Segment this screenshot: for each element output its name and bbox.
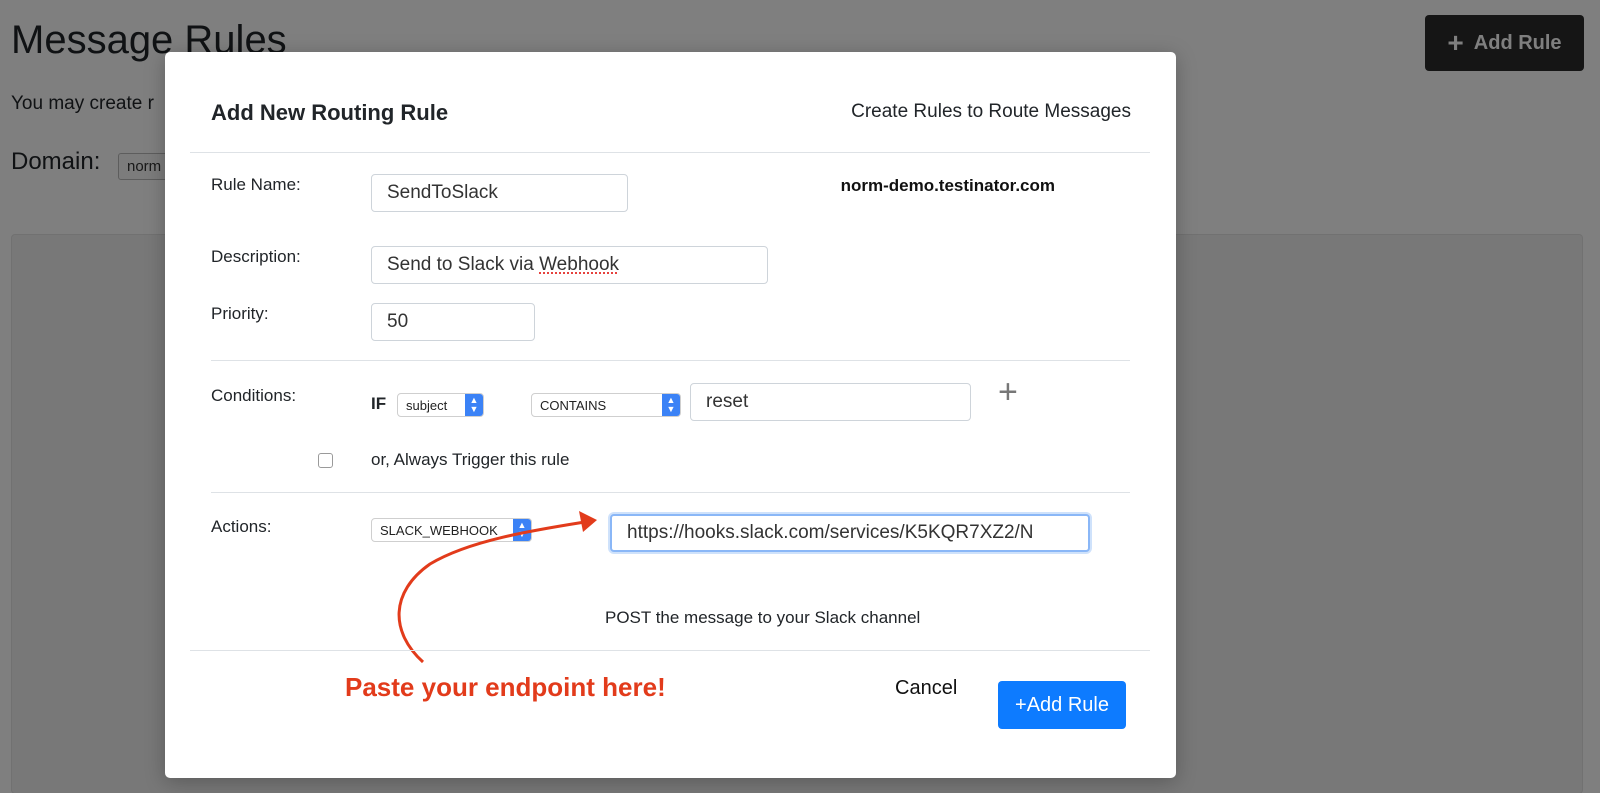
modal-title: Add New Routing Rule [211, 100, 449, 125]
domain-name: norm-demo.testinator.com [840, 176, 1055, 195]
action-type-select[interactable]: SLACK_WEBHOOK ▲ ▼ [371, 518, 532, 542]
actions-label: Actions: [211, 517, 272, 536]
action-hint: POST the message to your Slack channel [605, 608, 921, 627]
select-arrows-icon: ▲ ▼ [465, 394, 483, 416]
priority-label: Priority: [211, 304, 269, 323]
webhook-url-input[interactable] [610, 514, 1090, 552]
condition-field-value: subject [406, 397, 448, 413]
if-label: IF [371, 394, 387, 413]
add-condition-plus-icon[interactable]: + [998, 375, 1018, 409]
condition-operator-select[interactable]: CONTAINS ▲ ▼ [531, 393, 681, 417]
rule-name-input[interactable] [371, 174, 628, 212]
description-label: Description: [211, 247, 301, 266]
header-divider [190, 152, 1150, 153]
description-value-text: Send to Slack via [387, 254, 540, 275]
section-divider-conditions [211, 360, 1130, 361]
always-trigger-label: or, Always Trigger this rule [371, 450, 570, 469]
condition-field-select[interactable]: subject ▲ ▼ [397, 393, 484, 417]
always-trigger-checkbox[interactable] [318, 453, 333, 468]
description-input[interactable]: Send to Slack via Webhook [371, 246, 768, 284]
conditions-label: Conditions: [211, 386, 297, 405]
modal-subtitle: Create Rules to Route Messages [851, 101, 1131, 122]
description-value-misspelled: Webhook [539, 254, 620, 275]
condition-operator-value: CONTAINS [540, 397, 607, 413]
add-rule-button[interactable]: +Add Rule [998, 681, 1126, 729]
rule-name-label: Rule Name: [211, 175, 301, 194]
condition-value-input[interactable] [690, 383, 971, 421]
add-routing-rule-modal: Add New Routing Rule Create Rules to Rou… [165, 52, 1176, 778]
select-arrows-icon: ▲ ▼ [513, 519, 531, 541]
footer-divider [190, 650, 1150, 651]
section-divider-actions [211, 492, 1130, 493]
select-arrows-icon: ▲ ▼ [662, 394, 680, 416]
cancel-button[interactable]: Cancel [895, 677, 957, 700]
annotation-text: Paste your endpoint here! [345, 672, 666, 702]
priority-input[interactable] [371, 303, 535, 341]
action-type-value: SLACK_WEBHOOK [380, 522, 498, 538]
